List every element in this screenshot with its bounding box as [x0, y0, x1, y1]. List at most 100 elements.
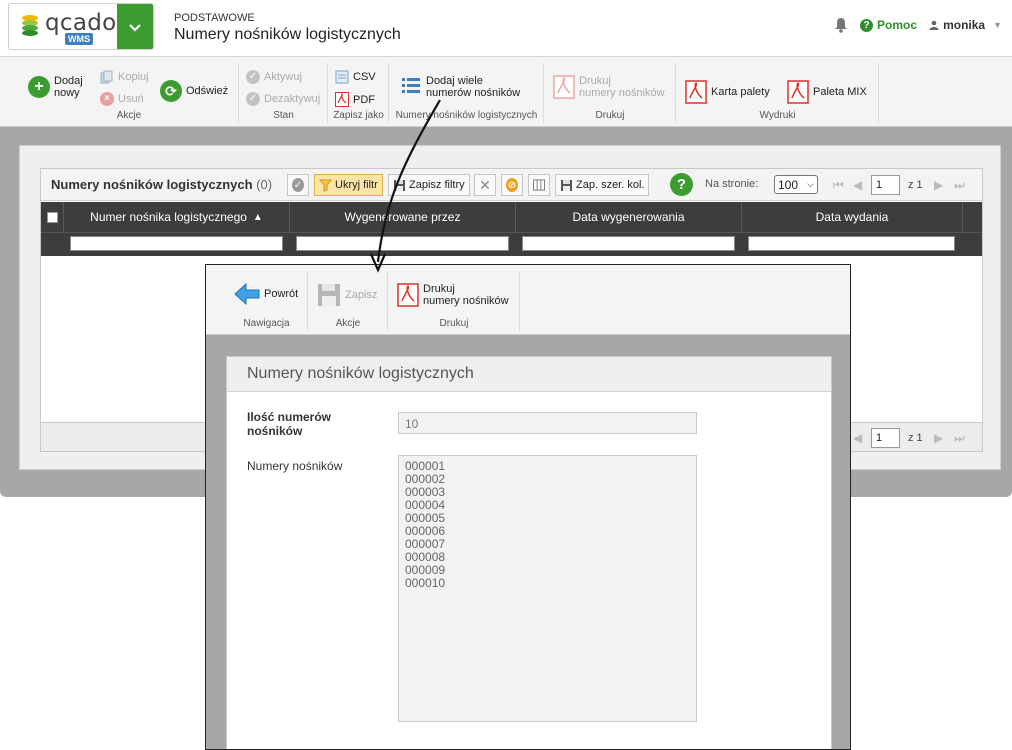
column-header-wygenerowane[interactable]: Wygenerowane przez	[290, 202, 516, 232]
pdf-icon	[397, 283, 419, 307]
grid-header-row: Numer nośnika logistycznego ▲ Wygenerowa…	[41, 202, 982, 232]
last-page-icon[interactable]: ⏭	[954, 178, 965, 193]
list-add-icon	[402, 78, 420, 93]
group-label-akcje: Akcje	[116, 110, 142, 121]
grid-toolbar: Numery nośników logistycznych (0) ✓ Ukry…	[41, 169, 982, 201]
floppy-icon	[561, 179, 572, 191]
activate-button[interactable]: ✓ Aktywuj	[246, 70, 302, 84]
form-title: Numery nośników logistycznych	[227, 357, 831, 392]
filter-input-data-wydania[interactable]	[748, 236, 955, 251]
pallet-card-button[interactable]: Karta palety	[685, 80, 770, 104]
help-label: Pomoc	[877, 18, 918, 32]
refresh-icon: ⟳	[160, 80, 182, 102]
page-total: z 1	[908, 179, 923, 191]
logo[interactable]: qcadoo WMS	[8, 3, 154, 50]
user-menu[interactable]: monika ▼	[929, 18, 1002, 32]
column-header-numer[interactable]: Numer nośnika logistycznego ▲	[64, 202, 290, 232]
page-total-bottom: z 1	[908, 432, 923, 444]
number-line: 000002	[405, 472, 446, 486]
prev-page-icon[interactable]: ◀	[853, 178, 862, 192]
ribbon-group-zapisz-jako: CSV PDF Zapisz jako	[329, 63, 389, 123]
numbers-textarea[interactable]: 000001 000002 000003 000004 000005 000006 0000…	[398, 455, 697, 722]
ribbon-group-stan: ✓ Aktywuj ✓ Dezaktywuj Stan	[240, 63, 328, 123]
add-many-numbers-window: Powrót Nawigacja Zapisz Akcje Drukuj nume…	[205, 264, 851, 750]
section-label: PODSTAWOWE	[174, 12, 255, 24]
sort-asc-icon: ▲	[252, 211, 263, 223]
copy-button[interactable]: Kopiuj	[100, 70, 149, 84]
add-new-button[interactable]: + Dodaj nowy	[28, 75, 83, 99]
hide-filter-button[interactable]: Ukryj filtr	[314, 174, 383, 196]
column-header-data-wygenerowania[interactable]: Data wygenerowania	[516, 202, 742, 232]
group-label-drukuj-modal: Drukuj	[439, 318, 469, 329]
number-line: 000007	[405, 537, 446, 551]
copy-icon	[100, 70, 113, 84]
grid-count: (0)	[256, 177, 273, 192]
pallet-mix-button[interactable]: Paleta MIX	[787, 80, 867, 104]
ribbon-group-drukuj: Drukuj numery nośników Drukuj	[545, 63, 676, 123]
funnel-icon	[319, 179, 332, 192]
numbers-label: Numery nośników	[247, 459, 343, 473]
last-page-icon[interactable]: ⏭	[954, 431, 965, 446]
filter-input-wygenerowane[interactable]	[296, 236, 509, 251]
number-line: 000003	[405, 485, 446, 499]
quantity-field[interactable]: 10	[398, 412, 697, 434]
clear-filters-button[interactable]: ✕	[474, 174, 496, 196]
filter-input-data-wygenerowania[interactable]	[522, 236, 735, 251]
page-number-input[interactable]: 1	[871, 175, 900, 195]
pdf-icon	[335, 92, 349, 107]
reset-button[interactable]: ⊘	[501, 174, 523, 196]
print-numbers-button[interactable]: Drukuj numery nośników	[553, 75, 665, 99]
chevron-down-icon: ▼	[993, 20, 1002, 30]
group-label-akcje-modal: Akcje	[335, 318, 361, 329]
save-filters-button[interactable]: Zapisz filtry	[388, 174, 470, 196]
grid-filter-row	[41, 232, 982, 256]
per-page-select[interactable]: 100 ⌵	[774, 175, 818, 194]
delete-button[interactable]: × Usuń	[100, 92, 144, 106]
page-number-input-bottom[interactable]: 1	[871, 428, 900, 448]
first-page-icon[interactable]: ⏮	[833, 178, 844, 193]
number-line: 000004	[405, 498, 446, 512]
menu-dropdown-button[interactable]	[117, 4, 153, 49]
modal-ribbon: Powrót Nawigacja Zapisz Akcje Drukuj nume…	[206, 265, 850, 335]
print-numbers-button-modal[interactable]: Drukuj numery nośników	[397, 283, 509, 307]
plus-icon: +	[28, 76, 50, 98]
deactivate-button[interactable]: ✓ Dezaktywuj	[246, 92, 320, 106]
columns-button[interactable]	[528, 174, 550, 196]
bell-icon[interactable]	[834, 17, 848, 33]
filter-toggle-icon-button[interactable]: ✓	[287, 174, 309, 196]
activate-icon: ✓	[246, 70, 260, 84]
add-many-numbers-button[interactable]: Dodaj wiele numerów nośników	[400, 75, 520, 99]
link-icon: ✓	[292, 178, 304, 192]
delete-icon: ×	[100, 92, 114, 106]
ribbon-toolbar: + Dodaj nowy Kopiuj × Usuń ⟳ Odśwież Akcj…	[0, 57, 1012, 127]
save-button[interactable]: Zapisz	[317, 283, 377, 307]
column-header-data-wydania[interactable]: Data wydania	[742, 202, 963, 232]
next-page-icon[interactable]: ▶	[934, 178, 943, 192]
select-all-checkbox-cell	[41, 202, 64, 232]
select-all-checkbox[interactable]	[46, 211, 58, 223]
number-line: 000009	[405, 563, 446, 577]
back-button[interactable]: Powrót	[234, 283, 298, 305]
floppy-icon	[394, 179, 405, 191]
save-column-width-button[interactable]: Zap. szer. kol.	[555, 174, 650, 196]
csv-icon	[335, 70, 349, 84]
help-link[interactable]: ? Pomoc	[860, 18, 917, 32]
prev-page-icon[interactable]: ◀	[853, 431, 862, 445]
user-name: monika	[943, 18, 986, 32]
reset-icon: ⊘	[506, 178, 518, 192]
per-page-label: Na stronie:	[705, 178, 759, 190]
group-label-wydruki: Wydruki	[759, 110, 796, 121]
number-line: 000005	[405, 511, 446, 525]
refresh-button[interactable]: ⟳ Odśwież	[160, 80, 228, 102]
number-line: 000001	[405, 459, 446, 473]
next-page-icon[interactable]: ▶	[934, 431, 943, 445]
modal-group-akcje: Zapisz Akcje	[309, 271, 388, 331]
group-label-stan: Stan	[273, 110, 294, 121]
csv-button[interactable]: CSV	[335, 70, 376, 84]
columns-icon	[533, 179, 545, 191]
group-label-nawigacja: Nawigacja	[243, 318, 290, 329]
page-title: Numery nośników logistycznych	[174, 26, 401, 43]
help-icon[interactable]: ?	[670, 173, 693, 196]
pdf-button[interactable]: PDF	[335, 92, 375, 107]
filter-input-numer[interactable]	[70, 236, 283, 251]
